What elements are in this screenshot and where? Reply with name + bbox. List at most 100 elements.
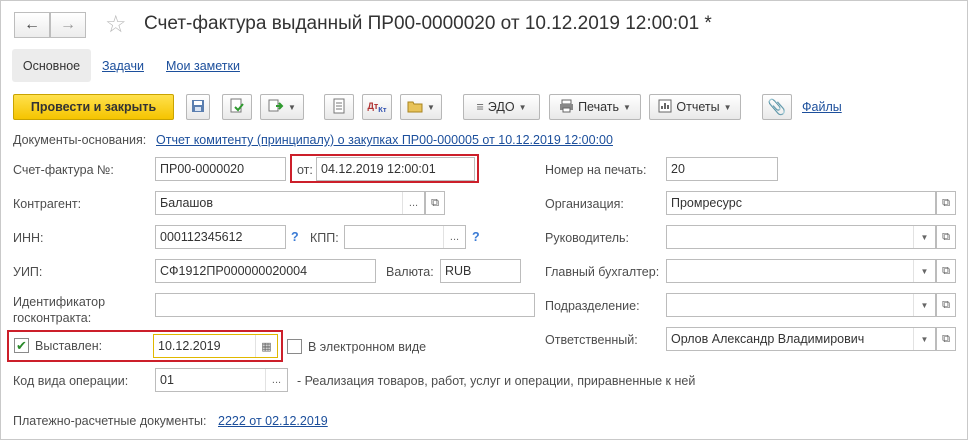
print-label: Печать: [578, 100, 620, 114]
post-button[interactable]: [222, 94, 252, 120]
open-icon[interactable]: ⧉: [936, 191, 956, 215]
dt-kt-icon: ДтКт: [367, 100, 387, 114]
invoice-number-field[interactable]: ПР00-0000020: [155, 157, 286, 181]
edo-button[interactable]: ≡ ЭДО ▼: [463, 94, 540, 120]
uip-field[interactable]: СФ1912ПР000000020004: [155, 259, 376, 283]
chief-accountant-field[interactable]: ▼: [666, 259, 936, 283]
uip-label: УИП:: [13, 265, 43, 279]
department-label: Подразделение:: [545, 299, 640, 313]
director-label: Руководитель:: [545, 231, 630, 245]
chevron-down-icon[interactable]: ▼: [913, 226, 935, 248]
payment-docs-label: Платежно-расчетные документы:: [13, 414, 207, 428]
kpp-help-icon[interactable]: ?: [472, 230, 480, 244]
base-docs-label: Документы-основания:: [13, 133, 147, 147]
post-and-close-label: Провести и закрыть: [30, 100, 157, 114]
reports-label: Отчеты: [676, 100, 720, 114]
payment-docs-link[interactable]: 2222 от 02.12.2019: [218, 414, 328, 428]
arrow-left-icon: ←: [24, 16, 40, 33]
contract-id-field[interactable]: [155, 293, 535, 317]
chevron-down-icon[interactable]: ▼: [913, 294, 935, 316]
director-field[interactable]: ▼: [666, 225, 936, 249]
uip-value: СФ1912ПР000000020004: [160, 264, 308, 278]
open-icon[interactable]: ⧉: [936, 327, 956, 351]
print-button[interactable]: Печать ▼: [549, 94, 641, 120]
dt-kt-button[interactable]: ДтКт: [362, 94, 392, 120]
open-icon[interactable]: ⧉: [425, 191, 445, 215]
tab-notes[interactable]: Мои заметки: [166, 59, 240, 73]
page-title: Счет-фактура выданный ПР00-0000020 от 10…: [144, 13, 712, 34]
counterparty-value: Балашов: [160, 196, 214, 210]
electronic-checkbox[interactable]: В электронном виде: [287, 339, 426, 354]
reports-button[interactable]: Отчеты ▼: [649, 94, 741, 120]
kpp-field[interactable]: ...: [344, 225, 466, 249]
responsible-label: Ответственный:: [545, 333, 638, 347]
forward-button[interactable]: →: [50, 12, 86, 38]
inn-help-icon[interactable]: ?: [291, 230, 299, 244]
print-number-value: 20: [671, 162, 685, 176]
print-number-label: Номер на печать:: [545, 163, 647, 177]
chevron-down-icon[interactable]: ▼: [913, 260, 935, 282]
operation-value: 01: [160, 373, 174, 387]
create-based-icon: [268, 98, 284, 117]
base-docs-link[interactable]: Отчет комитенту (принципалу) о закупках …: [156, 133, 613, 147]
issued-date-field[interactable]: 10.12.2019 ▦: [153, 334, 278, 358]
arrow-right-icon: →: [60, 16, 76, 33]
tab-main[interactable]: Основное: [12, 49, 91, 82]
invoice-date-label: от:: [297, 163, 313, 177]
organization-value: Промресурс: [671, 196, 742, 210]
responsible-field[interactable]: Орлов Александр Владимирович ▼: [666, 327, 936, 351]
organization-field[interactable]: Промресурс: [666, 191, 936, 215]
related-docs-button[interactable]: ▼: [400, 94, 442, 120]
operation-description: - Реализация товаров, работ, услуг и опе…: [297, 374, 696, 388]
files-link[interactable]: Файлы: [802, 100, 842, 114]
paperclip-icon: 📎: [767, 99, 787, 116]
operation-field[interactable]: 01 ...: [155, 368, 288, 392]
inn-value: 000112345612: [160, 230, 243, 244]
star-icon[interactable]: ☆: [105, 10, 127, 39]
invoice-date-value: 04.12.2019 12:00:01: [321, 162, 436, 176]
chevron-down-icon: ▼: [288, 102, 296, 112]
folder-icon: [407, 99, 423, 116]
issued-date-value: 10.12.2019: [158, 339, 221, 353]
tab-tasks[interactable]: Задачи: [102, 59, 144, 73]
create-based-on-button[interactable]: ▼: [260, 94, 304, 120]
issued-label: Выставлен:: [35, 338, 103, 353]
currency-value: RUB: [445, 264, 472, 278]
invoice-date-field[interactable]: 04.12.2019 12:00:01: [316, 157, 475, 181]
counterparty-label: Контрагент:: [13, 197, 82, 211]
responsible-value: Орлов Александр Владимирович: [671, 332, 865, 346]
attach-button[interactable]: 📎: [762, 94, 792, 120]
inn-label: ИНН:: [13, 231, 44, 245]
calendar-icon[interactable]: ▦: [255, 335, 277, 357]
back-button[interactable]: ←: [14, 12, 50, 38]
currency-field[interactable]: RUB: [440, 259, 521, 283]
open-icon[interactable]: ⧉: [936, 293, 956, 317]
journal-button[interactable]: [324, 94, 354, 120]
department-field[interactable]: ▼: [666, 293, 936, 317]
chevron-down-icon: ▼: [427, 102, 435, 112]
inn-field[interactable]: 000112345612: [155, 225, 286, 249]
edo-icon: ≡: [476, 100, 484, 114]
kpp-label: КПП:: [310, 231, 339, 245]
print-number-field[interactable]: 20: [666, 157, 778, 181]
ellipsis-icon[interactable]: ...: [443, 226, 465, 248]
edo-label: ЭДО: [487, 100, 515, 114]
report-icon: [658, 99, 672, 116]
post-and-close-button[interactable]: Провести и закрыть: [13, 94, 174, 120]
currency-label: Валюта:: [386, 265, 434, 279]
counterparty-field[interactable]: Балашов ...: [155, 191, 425, 215]
checkbox-empty-icon: [287, 339, 302, 354]
ellipsis-icon[interactable]: ...: [265, 369, 287, 391]
invoice-number-label: Счет-фактура №:: [13, 163, 114, 177]
contract-id-label-line1: Идентификатор: [13, 295, 106, 309]
open-icon[interactable]: ⧉: [936, 225, 956, 249]
open-icon[interactable]: ⧉: [936, 259, 956, 283]
floppy-icon: [191, 99, 205, 116]
ellipsis-icon[interactable]: ...: [402, 192, 424, 214]
chevron-down-icon: ▼: [723, 102, 732, 112]
chevron-down-icon: ▼: [518, 102, 527, 112]
operation-label: Код вида операции:: [13, 374, 129, 388]
save-button[interactable]: [186, 94, 210, 120]
issued-checkbox[interactable]: ✔ Выставлен:: [14, 338, 102, 353]
chevron-down-icon[interactable]: ▼: [913, 328, 935, 350]
